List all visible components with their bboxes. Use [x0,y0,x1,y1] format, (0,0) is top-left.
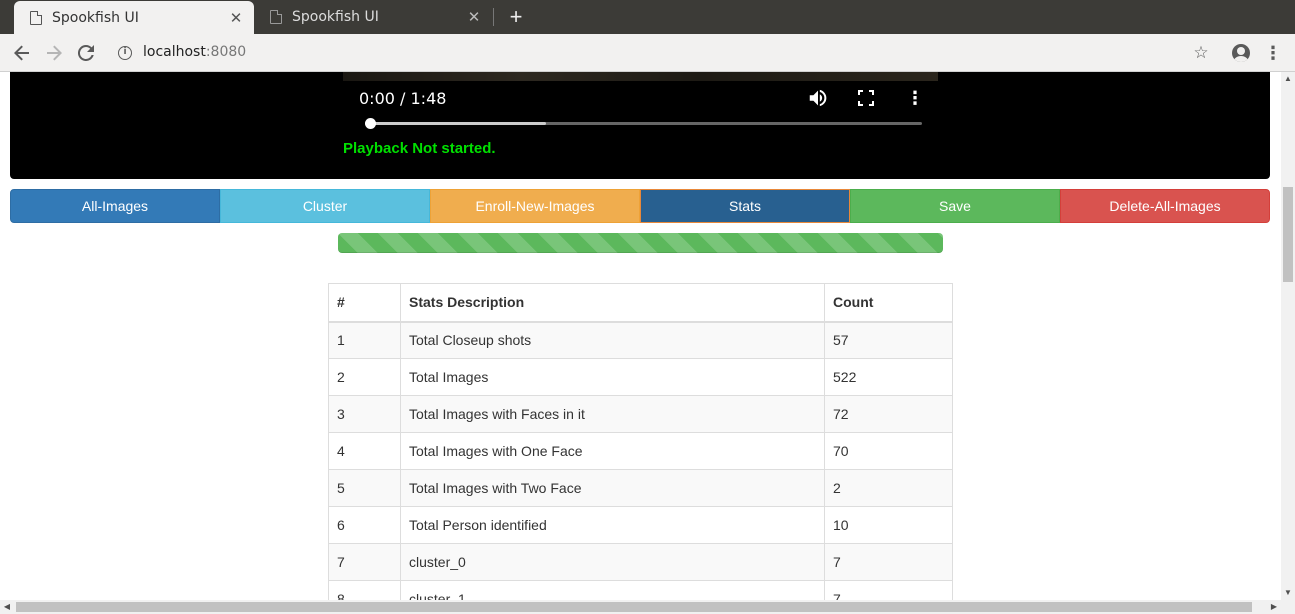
tab-title: Spookfish UI [52,9,139,26]
row-number: 2 [328,358,401,396]
all-images-button[interactable]: All-Images [10,189,220,223]
video-seek-thumb[interactable] [365,118,376,129]
cluster-button[interactable]: Cluster [220,189,430,223]
table-row: 3 Total Images with Faces in it 72 [328,395,953,433]
tab-divider [493,8,494,26]
scroll-right-arrow-icon[interactable]: ▶ [1267,600,1281,614]
row-number: 5 [328,469,401,507]
action-button-group: All-Images Cluster Enroll-New-Images Stats S… [10,189,1270,223]
stats-table: # Stats Description Count 1 Total Closeup… [328,283,953,600]
row-count: 10 [824,506,953,544]
row-count: 2 [824,469,953,507]
column-header-number: # [328,283,401,323]
page-icon [270,10,282,24]
stats-button[interactable]: Stats [640,189,850,223]
row-description: Total Person identified [400,506,825,544]
enroll-new-images-button[interactable]: Enroll-New-Images [430,189,640,223]
video-buffered-bar [365,122,547,125]
reload-icon[interactable] [73,40,99,66]
video-frame [343,72,938,81]
video-time: 0:00 / 1:48 [359,89,447,108]
new-tab-icon[interactable]: + [505,4,527,30]
table-row: 1 Total Closeup shots 57 [328,321,953,359]
row-count: 7 [824,580,953,600]
table-row: 5 Total Images with Two Face 2 [328,469,953,507]
table-row: 7 cluster_0 7 [328,543,953,581]
more-vert-icon[interactable]: ⋮ [1264,40,1282,66]
row-description: cluster_1 [400,580,825,600]
scroll-down-arrow-icon[interactable]: ▼ [1281,586,1295,600]
browser-tab-inactive[interactable]: Spookfish UI ✕ [254,0,492,34]
table-row: 2 Total Images 522 [328,358,953,396]
row-description: Total Images [400,358,825,396]
horizontal-scrollbar[interactable]: ◀ ▶ [0,600,1295,614]
stats-table-body: 1 Total Closeup shots 57 2 Total Images 522 3 T… [328,321,953,600]
table-header-row: # Stats Description Count [328,283,953,323]
video-player[interactable]: 0:00 / 1:48 ⋮ Playback Not started. [10,72,1270,179]
row-description: Total Images with Two Face [400,469,825,507]
bookmark-star-icon[interactable]: ☆ [1190,40,1212,66]
volume-icon[interactable] [807,87,829,109]
page-icon [30,10,42,25]
horizontal-scroll-thumb[interactable] [16,602,1252,612]
column-header-count: Count [824,283,953,323]
browser-tab-active[interactable]: Spookfish UI ✕ [14,1,254,34]
playback-status: Playback Not started. [343,140,496,157]
scroll-left-arrow-icon[interactable]: ◀ [0,600,14,614]
page-viewport: 0:00 / 1:48 ⋮ Playback Not started. All-… [0,72,1281,600]
row-description: cluster_0 [400,543,825,581]
url-port: :8080 [205,44,247,60]
row-number: 1 [328,321,401,359]
tab-title: Spookfish UI [292,9,379,25]
row-count: 70 [824,432,953,470]
scroll-up-arrow-icon[interactable]: ▲ [1281,72,1295,86]
row-count: 72 [824,395,953,433]
table-row: 4 Total Images with One Face 70 [328,432,953,470]
vertical-scroll-thumb[interactable] [1283,187,1293,282]
row-number: 4 [328,432,401,470]
forward-arrow-icon[interactable] [41,40,67,66]
row-description: Total Images with One Face [400,432,825,470]
account-icon[interactable] [1232,44,1250,62]
table-row: 8 cluster_1 7 [328,580,953,600]
fullscreen-icon[interactable] [857,89,875,107]
close-tab-icon[interactable]: ✕ [226,9,246,27]
address-bar[interactable]: localhost:8080 [143,44,246,60]
url-host: localhost [143,44,206,60]
row-count: 7 [824,543,953,581]
browser-tab-bar: Spookfish UI ✕ Spookfish UI ✕ + [0,0,1295,34]
row-number: 6 [328,506,401,544]
row-description: Total Images with Faces in it [400,395,825,433]
back-arrow-icon[interactable] [9,40,35,66]
video-more-options-icon[interactable]: ⋮ [905,86,925,110]
loading-progress-bar [338,233,943,253]
column-header-description: Stats Description [400,283,825,323]
row-count: 522 [824,358,953,396]
row-number: 7 [328,543,401,581]
row-number: 3 [328,395,401,433]
row-count: 57 [824,321,953,359]
close-tab-icon[interactable]: ✕ [464,8,484,26]
video-seek-bar[interactable] [365,118,922,129]
save-button[interactable]: Save [850,189,1060,223]
browser-toolbar: i localhost:8080 ☆ ⋮ [0,34,1295,72]
vertical-scrollbar[interactable]: ▲ ▼ [1281,72,1295,600]
table-row: 6 Total Person identified 10 [328,506,953,544]
delete-all-images-button[interactable]: Delete-All-Images [1060,189,1270,223]
site-info-icon[interactable]: i [118,46,132,60]
row-number: 8 [328,580,401,600]
row-description: Total Closeup shots [400,321,825,359]
